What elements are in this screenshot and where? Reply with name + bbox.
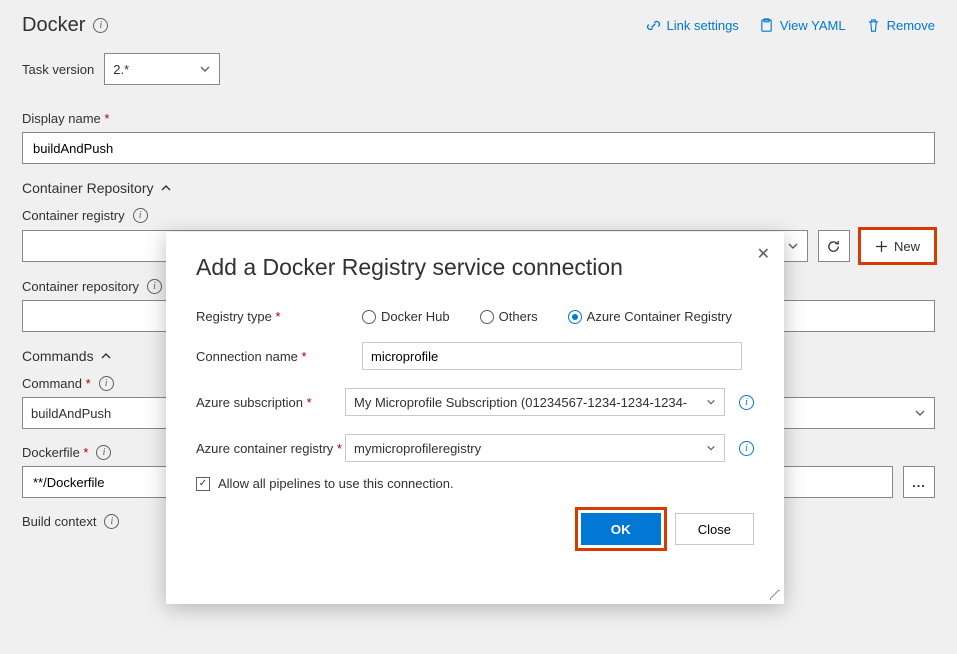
task-version-select[interactable]: 2.* — [104, 53, 220, 85]
new-button-label: New — [894, 239, 920, 254]
chevron-down-icon — [914, 407, 926, 419]
chevron-down-icon — [199, 63, 211, 75]
container-repository-section[interactable]: Container Repository — [22, 180, 935, 196]
azure-subscription-select[interactable]: My Microprofile Subscription (01234567-1… — [345, 388, 725, 416]
refresh-button[interactable] — [818, 230, 850, 262]
clipboard-icon — [759, 18, 774, 33]
ok-button[interactable]: OK — [581, 513, 661, 545]
info-icon[interactable]: i — [96, 445, 111, 460]
radio-label: Others — [499, 309, 538, 324]
plus-icon — [875, 240, 888, 253]
info-icon[interactable]: i — [147, 279, 162, 294]
chevron-up-icon — [100, 350, 112, 362]
view-yaml-link[interactable]: View YAML — [759, 18, 846, 33]
registry-type-label: Registry type — [196, 309, 362, 324]
task-version-value: 2.* — [113, 62, 129, 77]
registry-type-acr[interactable]: Azure Container Registry — [568, 309, 732, 324]
remove-label: Remove — [887, 18, 935, 33]
info-icon[interactable]: i — [739, 395, 754, 410]
new-button[interactable]: New — [860, 229, 935, 263]
link-settings-link[interactable]: Link settings — [646, 18, 739, 33]
allow-all-checkbox[interactable]: ✓ — [196, 477, 210, 491]
azure-container-registry-value: mymicroprofileregistry — [354, 441, 481, 456]
commands-section-label: Commands — [22, 348, 94, 364]
radio-icon — [480, 310, 494, 324]
chevron-down-icon — [706, 443, 716, 453]
chevron-down-icon — [706, 397, 716, 407]
remove-link[interactable]: Remove — [866, 18, 935, 33]
build-context-label: Build context — [22, 514, 96, 529]
info-icon[interactable]: i — [93, 18, 108, 33]
page-title-text: Docker — [22, 14, 85, 37]
link-icon — [646, 18, 661, 33]
radio-label: Azure Container Registry — [587, 309, 732, 324]
task-version-label: Task version — [22, 62, 94, 77]
chevron-up-icon — [160, 182, 172, 194]
refresh-icon — [826, 239, 841, 254]
radio-icon — [568, 310, 582, 324]
display-name-input[interactable] — [22, 132, 935, 164]
display-name-label: Display name — [22, 111, 935, 126]
command-label: Command — [22, 376, 91, 391]
command-value: buildAndPush — [31, 406, 111, 421]
close-button[interactable]: Close — [675, 513, 754, 545]
connection-name-label: Connection name — [196, 349, 362, 364]
container-registry-label: Container registry — [22, 208, 125, 223]
container-repository-label: Container repository — [22, 279, 139, 294]
dockerfile-label: Dockerfile — [22, 445, 88, 460]
azure-subscription-label: Azure subscription — [196, 395, 345, 410]
link-settings-label: Link settings — [667, 18, 739, 33]
trash-icon — [866, 18, 881, 33]
info-icon[interactable]: i — [99, 376, 114, 391]
allow-all-label: Allow all pipelines to use this connecti… — [218, 476, 454, 491]
azure-container-registry-select[interactable]: mymicroprofileregistry — [345, 434, 725, 462]
azure-subscription-value: My Microprofile Subscription (01234567-1… — [354, 395, 687, 410]
container-repository-section-label: Container Repository — [22, 180, 154, 196]
close-icon[interactable]: ✕ — [757, 244, 770, 264]
resize-handle-icon — [770, 590, 780, 600]
azure-container-registry-label: Azure container registry — [196, 441, 345, 456]
view-yaml-label: View YAML — [780, 18, 846, 33]
radio-label: Docker Hub — [381, 309, 450, 324]
info-icon[interactable]: i — [739, 441, 754, 456]
info-icon[interactable]: i — [133, 208, 148, 223]
add-registry-modal: ✕ Add a Docker Registry service connecti… — [166, 232, 784, 604]
chevron-down-icon — [787, 240, 799, 252]
info-icon[interactable]: i — [104, 514, 119, 529]
registry-type-docker-hub[interactable]: Docker Hub — [362, 309, 450, 324]
radio-icon — [362, 310, 376, 324]
browse-button[interactable]: ... — [903, 466, 935, 498]
page-title: Docker i — [22, 14, 108, 37]
modal-title: Add a Docker Registry service connection — [196, 254, 754, 281]
connection-name-input[interactable] — [362, 342, 742, 370]
registry-type-others[interactable]: Others — [480, 309, 538, 324]
